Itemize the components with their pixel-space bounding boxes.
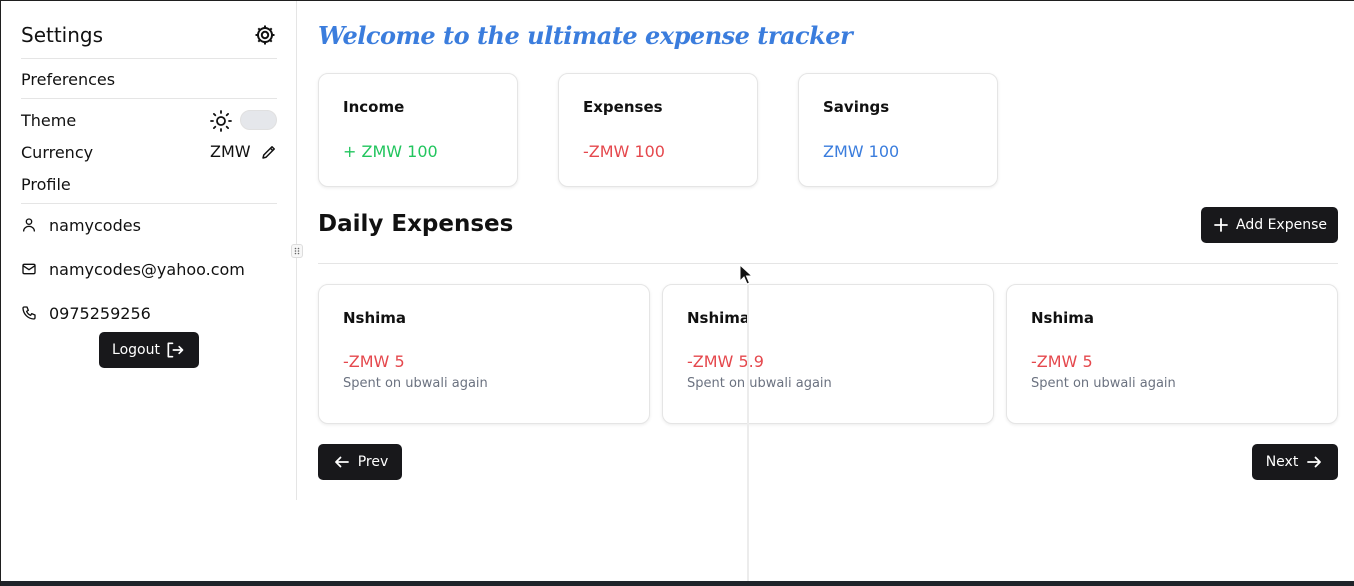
- expenses-card: Expenses -ZMW 100: [558, 73, 758, 187]
- prev-button[interactable]: Prev: [318, 444, 402, 480]
- profile-username: namycodes: [49, 216, 141, 235]
- stat-title: Expenses: [583, 98, 663, 116]
- settings-title: Settings: [21, 23, 104, 47]
- settings-sidebar: Settings Preferences Theme Currency ZMW …: [1, 1, 297, 500]
- currency-value: ZMW: [210, 142, 251, 161]
- add-expense-button[interactable]: Add Expense: [1201, 207, 1338, 243]
- theme-toggle[interactable]: [240, 110, 277, 130]
- divider: [21, 203, 277, 204]
- expense-amount: -ZMW 5: [1031, 352, 1093, 371]
- phone-icon: [22, 306, 36, 320]
- expense-description: Spent on ubwali again: [1031, 376, 1176, 391]
- logout-button[interactable]: Logout: [99, 332, 199, 368]
- gear-icon[interactable]: [253, 23, 277, 47]
- grip-icon: [294, 247, 300, 255]
- logout-icon: [167, 342, 184, 358]
- expense-description: Spent on ubwali again: [343, 376, 488, 391]
- theme-label: Theme: [21, 111, 77, 130]
- expense-title: Nshima: [1031, 309, 1095, 327]
- welcome-heading: Welcome to the ultimate expense tracker: [318, 21, 853, 50]
- expense-title: Nshima: [687, 309, 751, 327]
- pencil-icon[interactable]: [260, 143, 278, 161]
- expense-title: Nshima: [343, 309, 407, 327]
- plus-icon: [1214, 218, 1228, 232]
- stat-title: Savings: [823, 98, 890, 116]
- income-card: Income + ZMW 100: [318, 73, 518, 187]
- column-guide-line: [747, 284, 749, 582]
- currency-label: Currency: [21, 143, 94, 162]
- profile-heading: Profile: [21, 175, 71, 194]
- divider: [21, 98, 277, 99]
- savings-card: Savings ZMW 100: [798, 73, 998, 187]
- expense-description: Spent on ubwali again: [687, 376, 832, 391]
- divider: [318, 263, 1338, 264]
- next-label: Next: [1265, 454, 1299, 470]
- arrow-left-icon: [334, 456, 349, 468]
- expense-card[interactable]: Nshima -ZMW 5 Spent on ubwali again: [318, 284, 650, 424]
- stat-value: + ZMW 100: [343, 142, 438, 161]
- expense-card[interactable]: Nshima -ZMW 5.9 Spent on ubwali again: [662, 284, 994, 424]
- expense-amount: -ZMW 5.9: [687, 352, 764, 371]
- logout-label: Logout: [112, 342, 160, 358]
- divider: [21, 58, 277, 59]
- next-button[interactable]: Next: [1252, 444, 1338, 480]
- sidebar-resize-handle[interactable]: [291, 244, 303, 258]
- sun-icon: [210, 110, 232, 132]
- expense-amount: -ZMW 5: [343, 352, 405, 371]
- stat-value: -ZMW 100: [583, 142, 665, 161]
- bottom-border: [1, 581, 1354, 586]
- stat-title: Income: [343, 98, 405, 116]
- stat-value: ZMW 100: [823, 142, 900, 161]
- mail-icon: [22, 263, 36, 275]
- mouse-cursor-icon: [739, 264, 753, 285]
- expense-card[interactable]: Nshima -ZMW 5 Spent on ubwali again: [1006, 284, 1338, 424]
- profile-email: namycodes@yahoo.com: [49, 260, 245, 279]
- profile-phone: 0975259256: [49, 304, 151, 323]
- add-expense-label: Add Expense: [1236, 217, 1327, 233]
- preferences-heading: Preferences: [21, 70, 116, 89]
- prev-label: Prev: [357, 454, 389, 470]
- user-icon: [23, 218, 35, 232]
- arrow-right-icon: [1307, 456, 1322, 468]
- daily-expenses-title: Daily Expenses: [318, 211, 514, 237]
